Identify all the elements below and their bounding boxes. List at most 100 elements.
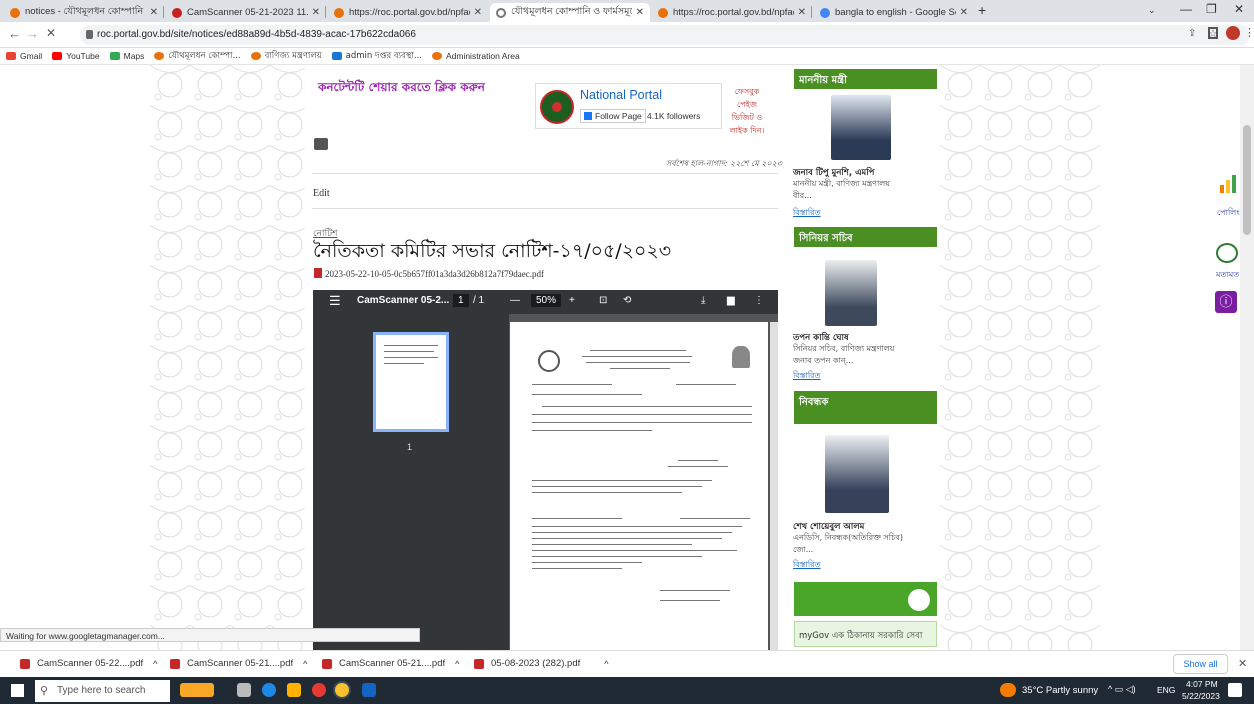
bookmark-administration-area[interactable]: Administration Area	[431, 51, 520, 61]
firefox-icon[interactable]	[312, 683, 326, 697]
mygov-strip[interactable]: myGov এক ঠিকানায় সরকারি সেবা	[794, 621, 937, 647]
url-text[interactable]: roc.portal.gov.bd/site/notices/ed88a89d-…	[97, 29, 416, 40]
file-explorer-icon[interactable]	[287, 683, 301, 697]
browser-tab[interactable]: https://roc.portal.gov.bd/npfadn ✕	[328, 3, 488, 22]
page-total: / 1	[473, 295, 485, 306]
task-view-icon[interactable]	[237, 683, 251, 697]
download-item[interactable]: CamScanner 05-22....pdf ^	[20, 658, 157, 669]
tab-search-icon[interactable]: ⌄	[1148, 5, 1156, 16]
chevron-up-icon[interactable]: ^	[604, 659, 608, 669]
chevron-up-icon[interactable]: ^	[455, 659, 459, 669]
download-item[interactable]: CamScanner 05-21....pdf ^	[170, 658, 307, 669]
chevron-up-icon[interactable]: ^	[153, 659, 157, 669]
facebook-note[interactable]: ফেসবুক পেইজ ভিজিট ও লাইক দিন।	[726, 85, 768, 137]
mygov-banner[interactable]	[794, 582, 937, 616]
accessibility-icon[interactable]: ⓘ	[1215, 291, 1237, 313]
back-icon[interactable]: ←	[8, 26, 21, 41]
bookmark-commerce[interactable]: বাণিজ্য মন্ত্রণালয়	[250, 49, 322, 63]
bookmark-admin[interactable]: admin দপ্তর ব্যবস্থা...	[331, 49, 422, 63]
bookmark-gmail[interactable]: Gmail	[6, 51, 42, 61]
address-bar[interactable]: roc.portal.gov.bd/site/notices/ed88a89d-…	[80, 25, 1250, 45]
menu-icon[interactable]: ☰	[329, 293, 341, 309]
scrollbar-thumb[interactable]	[1243, 125, 1251, 235]
bookmark-youtube[interactable]: YouTube	[52, 51, 100, 61]
windows-start-icon[interactable]	[11, 684, 24, 697]
feedback-label[interactable]: মতামত	[1216, 269, 1239, 282]
browser-tab[interactable]: bangla to english - Google Searc✕	[814, 3, 974, 22]
print-icon[interactable]	[314, 138, 328, 150]
floating-widgets: পোলিং মতামত ⓘ	[1200, 65, 1240, 650]
maximize-button[interactable]: ❐	[1206, 2, 1217, 16]
print-icon[interactable]: ▆	[727, 295, 735, 306]
follow-page-button[interactable]: Follow Page	[580, 109, 646, 123]
zoom-in-button[interactable]: +	[569, 295, 575, 306]
new-tab-button[interactable]: +	[978, 2, 986, 18]
close-tab-icon[interactable]: ✕	[798, 7, 806, 18]
fit-page-icon[interactable]: ⊡	[599, 295, 607, 306]
page-number-input[interactable]: 1	[453, 294, 469, 307]
pdf-icon	[20, 658, 30, 669]
pdf-viewer[interactable]: ☰ CamScanner 05-2... 1 / 1 — 50% + ⊡ ⟲ ⤓…	[313, 290, 778, 650]
weather-text[interactable]: 35°C Partly sunny	[1022, 685, 1098, 696]
news-widget-icon[interactable]	[180, 683, 214, 697]
poll-label[interactable]: পোলিং	[1217, 207, 1240, 220]
taskbar-search[interactable]: ⚲ Type here to search	[35, 680, 170, 702]
browser-tab[interactable]: notices - যৌথমূলধন কোম্পানি ও ✕	[4, 3, 164, 22]
lock-icon[interactable]	[86, 30, 93, 39]
details-link[interactable]: বিস্তারিত	[793, 370, 821, 383]
sidepanel-icon[interactable]	[1208, 27, 1218, 39]
browser-tab[interactable]: CamScanner 05-21-2023 11.10.p✕	[166, 3, 326, 22]
stop-loading-icon[interactable]: ✕	[46, 26, 56, 40]
page-scrollbar[interactable]	[1240, 65, 1254, 650]
pdf-link[interactable]: 2023-05-22-10-05-0c5b657ff01a3da3d26b812…	[325, 269, 544, 279]
forward-icon[interactable]: →	[26, 26, 39, 41]
close-tab-icon[interactable]: ✕	[474, 7, 482, 18]
menu-kebab-icon[interactable]: ⋮	[1244, 26, 1254, 39]
browser-tab[interactable]: https://roc.portal.gov.bd/npfadn ✕	[652, 3, 812, 22]
pdf-page	[510, 322, 768, 650]
share-icon[interactable]: ⇪	[1188, 28, 1196, 39]
details-link[interactable]: বিস্তারিত	[793, 207, 821, 220]
close-shelf-icon[interactable]: ✕	[1238, 657, 1247, 670]
minimize-button[interactable]: —	[1180, 2, 1192, 16]
edit-link[interactable]: Edit	[313, 188, 330, 199]
tray-icons[interactable]: ^ ▭ ◁)	[1108, 684, 1136, 695]
browser-tab-active[interactable]: যৌথমূলধন কোম্পানি ও ফার্মসমূহে ✕	[490, 3, 650, 22]
portal-title[interactable]: National Portal	[580, 88, 662, 102]
close-tab-icon[interactable]: ✕	[150, 7, 158, 18]
close-window-button[interactable]: ✕	[1234, 2, 1244, 16]
page-thumbnail[interactable]	[373, 332, 449, 432]
maps-icon	[109, 52, 120, 60]
download-item[interactable]: CamScanner 05-21....pdf ^	[322, 658, 459, 669]
close-tab-icon[interactable]: ✕	[312, 7, 320, 18]
profile-avatar[interactable]	[1226, 26, 1240, 40]
chevron-up-icon[interactable]: ^	[303, 659, 307, 669]
download-item[interactable]: 05-08-2023 (282).pdf ^	[474, 658, 609, 669]
language-indicator[interactable]: ENG	[1157, 685, 1175, 695]
pdf-scrollbar[interactable]	[770, 322, 778, 650]
share-prompt[interactable]: কনটেন্টটি শেয়ার করতে ক্লিক করুন	[318, 79, 485, 99]
download-icon[interactable]: ⤓	[701, 295, 705, 306]
person-designation: মাননীয় মন্ত্রী, বাণিজ্য মন্ত্রণালয়	[793, 179, 890, 188]
zoom-out-button[interactable]: —	[510, 295, 520, 306]
zoom-level[interactable]: 50%	[531, 294, 562, 307]
bookmarks-bar: Gmail YouTube Maps যৌথমূলধন কোম্পা... বা…	[0, 48, 1254, 65]
chrome-icon[interactable]	[335, 683, 349, 697]
clock-date[interactable]: 5/22/2023	[1182, 691, 1220, 701]
right-sidebar: মাননীয় মন্ত্রী জনাব টিপু মুনশি, এমপি মা…	[793, 65, 937, 650]
close-tab-icon[interactable]: ✕	[636, 7, 644, 18]
bookmark-roc[interactable]: যৌথমূলধন কোম্পা...	[154, 49, 241, 63]
more-options-icon[interactable]: ⋮	[754, 295, 764, 306]
rotate-icon[interactable]: ⟲	[623, 295, 631, 306]
page-title: নৈতিকতা কমিটির সভার নোটিশ-১৭/০৫/২০২৩	[313, 240, 672, 262]
details-link[interactable]: বিস্তারিত	[793, 559, 821, 572]
bookmark-maps[interactable]: Maps	[109, 51, 144, 61]
show-all-button[interactable]: Show all	[1173, 654, 1228, 674]
poll-bar-icon[interactable]	[1220, 185, 1224, 193]
word-icon[interactable]	[362, 683, 376, 697]
feedback-icon[interactable]	[1216, 243, 1238, 263]
edge-icon[interactable]	[262, 683, 276, 697]
clock-time[interactable]: 4:07 PM	[1186, 679, 1218, 689]
notification-icon[interactable]	[1228, 683, 1242, 697]
close-tab-icon[interactable]: ✕	[960, 7, 968, 18]
